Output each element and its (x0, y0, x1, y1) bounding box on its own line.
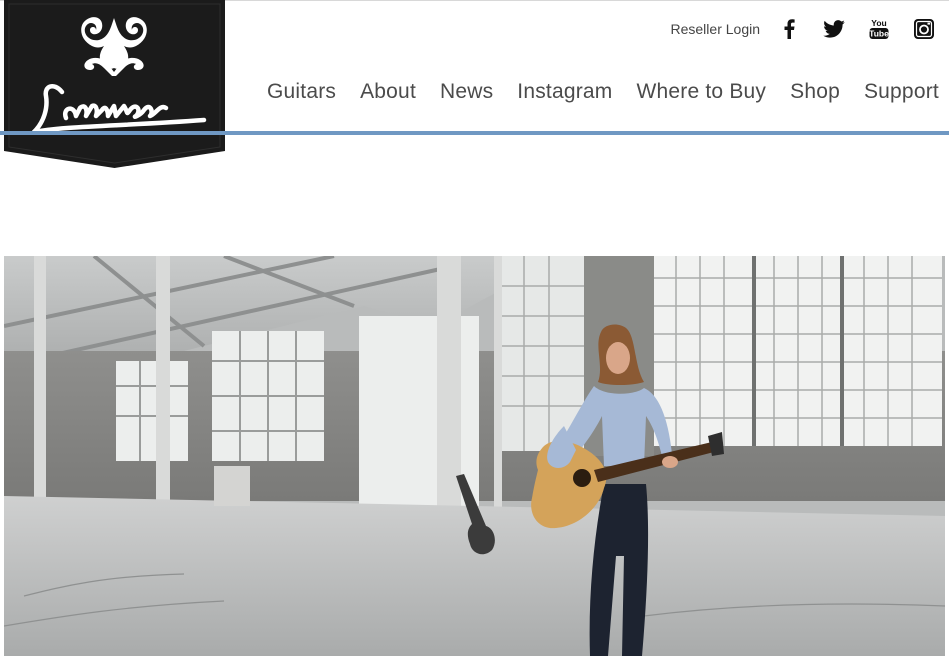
nav-item-instagram[interactable]: Instagram (517, 80, 612, 104)
logo[interactable] (4, 0, 225, 170)
header-divider (0, 131, 949, 135)
reseller-login-link[interactable]: Reseller Login (671, 21, 761, 37)
nav-item-shop[interactable]: Shop (790, 80, 840, 104)
instagram-icon[interactable] (913, 18, 935, 40)
hero-image (4, 256, 945, 656)
twitter-icon[interactable] (823, 18, 845, 40)
facebook-icon[interactable] (778, 18, 800, 40)
youtube-icon[interactable]: You Tube (868, 18, 890, 40)
utility-bar: Reseller Login You Tube (671, 18, 936, 40)
nav-item-support[interactable]: Support (864, 80, 939, 104)
main-nav: Guitars About News Instagram Where to Bu… (267, 80, 939, 104)
svg-text:You: You (871, 18, 886, 28)
svg-text:Tube: Tube (869, 29, 889, 39)
nav-item-where-to-buy[interactable]: Where to Buy (636, 80, 766, 104)
nav-item-guitars[interactable]: Guitars (267, 80, 336, 104)
larrivee-logo (4, 0, 225, 168)
nav-item-about[interactable]: About (360, 80, 416, 104)
nav-item-news[interactable]: News (440, 80, 493, 104)
